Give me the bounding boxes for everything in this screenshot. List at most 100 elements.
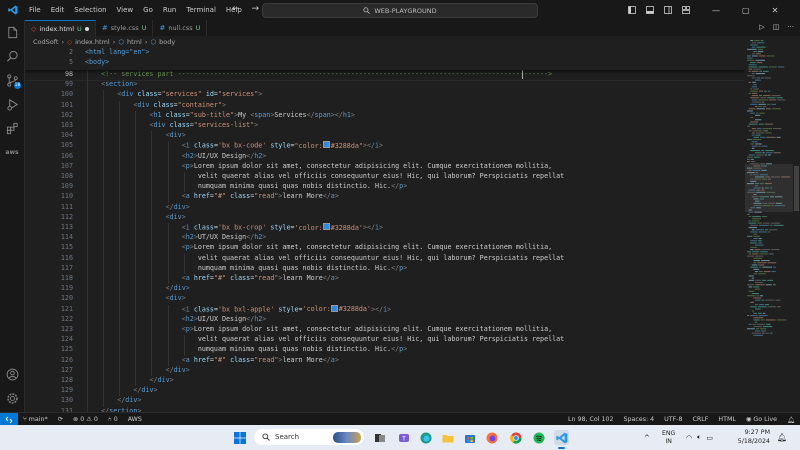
code-line[interactable]: numquam minima quasi quas nobis distinct… <box>198 345 407 353</box>
menu-selection[interactable]: Selection <box>69 6 111 14</box>
code-editor[interactable]: 2 <html lang="en"> 5 <body> 98 <!-- services … <box>25 48 745 412</box>
menu-run[interactable]: Run <box>158 6 181 14</box>
code-line[interactable]: <div class="services" id="services"> <box>117 90 262 98</box>
search-icon[interactable] <box>4 48 20 64</box>
code-line[interactable]: <a href="#" class="read">learn More</a> <box>182 274 339 282</box>
toggle-primary-sidebar-icon[interactable] <box>628 6 636 14</box>
code-line[interactable]: numquam minima quasi quas nobis distinct… <box>198 182 407 190</box>
minimap[interactable] <box>745 36 793 412</box>
code-line[interactable]: </div> <box>117 396 141 404</box>
code-line[interactable]: numquam minima quasi quas nobis distinct… <box>198 264 407 272</box>
aws-icon[interactable]: aws <box>4 144 20 160</box>
code-line[interactable]: </div> <box>166 366 190 374</box>
code-line[interactable]: <h2>UT/UX Design</h2> <box>182 233 267 241</box>
code-line[interactable]: <div> <box>166 294 186 302</box>
minimize-icon[interactable]: — <box>712 6 720 15</box>
tab-null-css[interactable]: # null.css U <box>153 20 208 36</box>
unsaved-dot-icon[interactable] <box>84 27 89 31</box>
windows-start-icon[interactable] <box>232 430 247 445</box>
branch-status[interactable]: ⑂ main* <box>18 416 53 423</box>
code-line[interactable]: <i class='bx bx-crop' style='color: #3288… <box>182 223 383 232</box>
menu-file[interactable]: File <box>24 6 46 14</box>
problems-status[interactable]: ⊗ 0 ⚠ 0 <box>68 416 103 423</box>
tab-style-css[interactable]: # style.css U <box>96 20 154 36</box>
code-line[interactable]: <i class='bx bxl-apple' style='color: #32… <box>182 304 391 313</box>
code-line[interactable]: <i class='bx bx-code' style="color: #3288… <box>182 141 383 150</box>
code-line[interactable]: <div class="services-list"> <box>149 121 258 129</box>
language-mode[interactable]: HTML <box>713 416 741 423</box>
chrome-icon[interactable] <box>508 430 523 445</box>
settings-gear-icon[interactable] <box>4 390 20 406</box>
extensions-icon[interactable] <box>4 120 20 136</box>
code-line[interactable]: <h2>UI/UX Design</h2> <box>182 315 267 323</box>
menu-go[interactable]: Go <box>138 6 158 14</box>
vertical-scrollbar[interactable] <box>793 36 800 412</box>
show-hidden-icons-chevron-icon[interactable]: ^ <box>644 434 650 442</box>
code-line[interactable]: velit quaerat alias vel officiis consequ… <box>198 172 564 180</box>
vscode-logo-icon[interactable] <box>8 5 18 15</box>
command-center-search[interactable]: WEB-PLAYGROUND <box>262 3 538 18</box>
code-line[interactable]: <p>Lorem ipsum dolor sit amet, consectet… <box>182 325 552 333</box>
code-line[interactable]: <div class="container"> <box>133 101 226 109</box>
code-line[interactable]: <section> <box>101 80 137 88</box>
code-line[interactable]: <p>Lorem ipsum dolor sit amet, consectet… <box>182 243 552 251</box>
cursor-position[interactable]: Ln 98, Col 102 <box>563 416 619 423</box>
edge-browser-icon[interactable] <box>418 430 433 445</box>
code-line[interactable]: velit quaerat alias vel officiis consequ… <box>198 335 564 343</box>
code-line[interactable]: <h1 class="sub-title">My <span>Services<… <box>149 111 354 119</box>
encoding[interactable]: UTF-8 <box>659 416 687 423</box>
code-line[interactable]: </div> <box>133 386 157 394</box>
code-line[interactable]: <p>Lorem ipsum dolor sit amet, consectet… <box>182 162 552 170</box>
task-view-icon[interactable] <box>372 430 387 445</box>
minimap-viewport-slider[interactable] <box>745 164 793 212</box>
split-editor-icon[interactable]: ◫ <box>773 23 780 31</box>
close-icon[interactable]: ✕ <box>772 6 779 15</box>
spotify-icon[interactable] <box>531 430 546 445</box>
teams-icon[interactable]: T <box>396 430 411 445</box>
code-line[interactable]: <!-- services part ---------------------… <box>101 70 552 78</box>
scrollbar-thumb[interactable] <box>794 166 799 211</box>
tab-index-html[interactable]: ◇ index.html U <box>25 20 96 37</box>
breadcrumb-item[interactable]: html <box>127 38 142 46</box>
menu-view[interactable]: View <box>112 6 139 14</box>
maximize-icon[interactable]: ▢ <box>742 6 750 15</box>
aws-status[interactable]: AWS <box>123 416 147 423</box>
toggle-secondary-sidebar-icon[interactable] <box>664 6 672 14</box>
notification-bell-icon[interactable]: 🔔︎ <box>777 425 787 450</box>
vscode-taskbar-icon[interactable] <box>554 430 569 445</box>
system-tray[interactable]: ◠ 🔈︎ ▭ <box>686 425 713 450</box>
forward-arrow-icon[interactable]: → <box>252 4 260 14</box>
code-line[interactable]: </div> <box>166 203 190 211</box>
notifications-bell-icon[interactable]: 🔔︎ <box>782 416 800 424</box>
code-line[interactable]: <div> <box>166 131 186 139</box>
file-explorer-icon[interactable] <box>440 430 455 445</box>
menu-terminal[interactable]: Terminal <box>181 6 221 14</box>
sync-status[interactable]: ⟳ <box>53 416 68 423</box>
breadcrumb-item[interactable]: index.html <box>75 38 110 46</box>
code-line[interactable]: </div> <box>166 284 190 292</box>
toggle-panel-icon[interactable] <box>646 6 654 14</box>
code-line[interactable]: <div> <box>166 213 186 221</box>
account-icon[interactable] <box>4 366 20 382</box>
source-control-icon[interactable]: 18 <box>4 72 21 89</box>
code-line[interactable]: velit quaerat alias vel officiis consequ… <box>198 254 564 262</box>
menu-edit[interactable]: Edit <box>46 6 70 14</box>
breadcrumb-item[interactable]: body <box>159 38 175 46</box>
code-line[interactable]: <a href="#" class="read">learn More</a> <box>182 356 339 364</box>
go-live-button[interactable]: ◉ Go Live <box>741 416 782 423</box>
customize-layout-icon[interactable] <box>682 6 690 14</box>
run-debug-icon[interactable] <box>4 96 20 112</box>
taskbar-search-box[interactable]: Search <box>254 429 364 445</box>
clock[interactable]: 9:27 PM 5/18/2024 <box>726 428 770 446</box>
microsoft-store-icon[interactable] <box>462 430 477 445</box>
run-file-icon[interactable]: ▷ <box>759 23 764 31</box>
indentation[interactable]: Spaces: 4 <box>619 416 660 423</box>
breadcrumb-item[interactable]: CodSoft <box>33 38 58 46</box>
code-line[interactable]: <a href="#" class="read">learn More</a> <box>182 192 339 200</box>
explorer-files-icon[interactable] <box>4 24 20 40</box>
sticky-scroll-header[interactable]: 2 <html lang="en"> 5 <body> <box>25 48 745 70</box>
code-line[interactable]: <h2>UI/UX Design</h2> <box>182 152 267 160</box>
back-arrow-icon[interactable]: ← <box>232 4 240 14</box>
end-of-line[interactable]: CRLF <box>687 416 713 423</box>
language-indicator[interactable]: ENG IN <box>662 425 675 450</box>
